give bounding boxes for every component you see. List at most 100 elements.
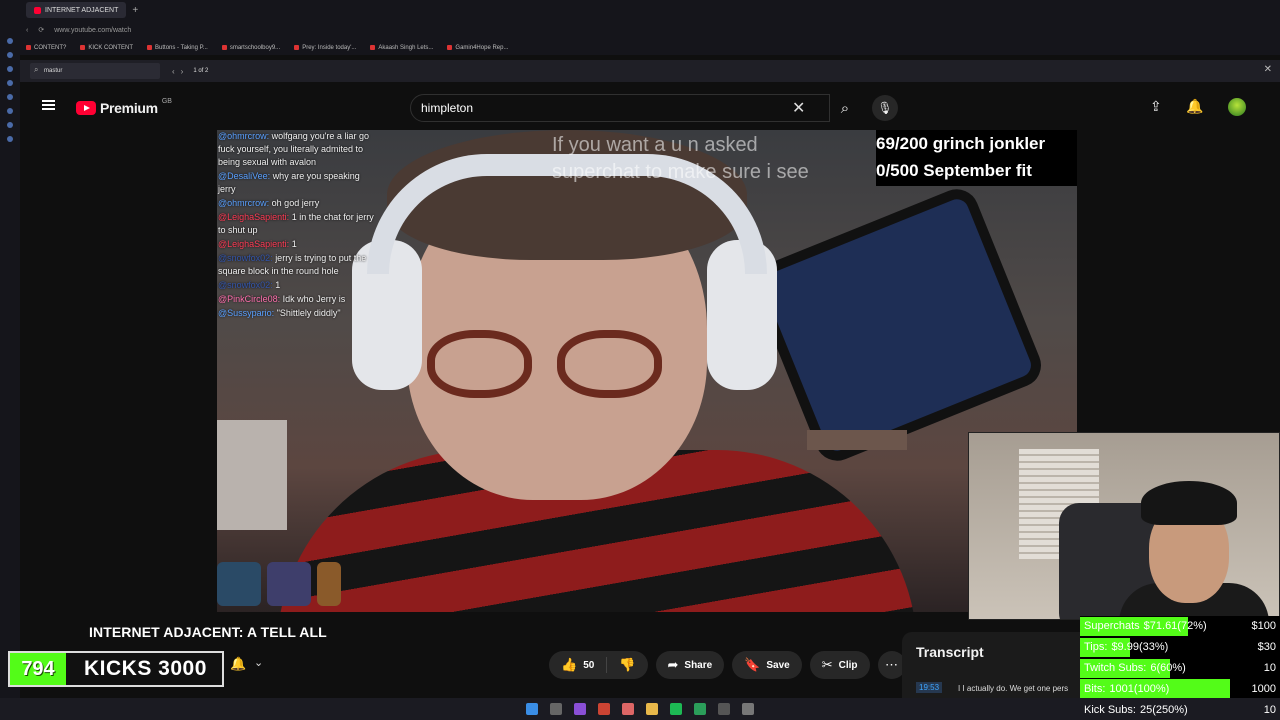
chat-username: @PinkCircle08: xyxy=(218,294,281,304)
start-icon[interactable] xyxy=(526,703,538,715)
chat-username: @Sussypario: xyxy=(218,308,275,318)
clip-button[interactable]: ✂ Clip xyxy=(809,651,870,679)
bookmark-label: Buttons - Taking P... xyxy=(155,44,208,51)
spotify-taskbar-icon[interactable] xyxy=(670,703,682,715)
sidebar-icon[interactable] xyxy=(7,52,13,58)
bookmark-item[interactable]: Akaash Singh Lets... xyxy=(370,45,433,51)
browser-taskbar-icon[interactable] xyxy=(598,703,610,715)
sidebar-icon[interactable] xyxy=(7,94,13,100)
emote-overlay xyxy=(217,562,347,612)
stat-value: 25(250%) xyxy=(1139,703,1188,716)
subscribe-bell-icon[interactable]: 🔔 xyxy=(230,656,246,672)
save-button[interactable]: 🔖 Save xyxy=(732,651,802,679)
clear-search-icon[interactable]: ✕ xyxy=(792,98,805,118)
notifications-icon[interactable]: 🔔 xyxy=(1186,98,1203,115)
bookmark-favicon-icon xyxy=(26,45,31,50)
bookmark-label: Prey: Inside today'... xyxy=(302,44,357,51)
stat-row: Bits: 1001(100%) 1000 xyxy=(1080,678,1280,699)
bookmark-icon: 🔖 xyxy=(744,657,761,672)
bookmark-item[interactable]: Prey: Inside today'... xyxy=(294,45,356,51)
find-input[interactable]: mastur xyxy=(30,63,160,79)
stat-row: Tips: $9.99(33%) $30 xyxy=(1080,637,1280,658)
microphone-icon[interactable]: 🎙 xyxy=(872,95,898,121)
youtube-favicon-icon xyxy=(34,6,41,14)
search-icon[interactable]: ⌕ xyxy=(830,94,860,122)
upload-icon[interactable]: ⇪ xyxy=(1150,98,1162,115)
screen: INTERNET ADJACENT + ‹ ⟳ www.youtube.com/… xyxy=(0,0,1280,720)
kicks-label: KICKS 3000 xyxy=(84,657,207,680)
find-nav-arrows-icon[interactable]: ‹› xyxy=(172,67,189,76)
transcript-timestamp[interactable]: 19:53 xyxy=(916,682,943,693)
bookmark-label: Gamin4Hope Rep... xyxy=(455,44,509,51)
bookmark-item[interactable]: KICK CONTENT xyxy=(80,45,133,51)
stat-goal: $100 xyxy=(1251,620,1276,633)
sidebar-icon[interactable] xyxy=(7,108,13,114)
chat-username: @snowfox02: xyxy=(218,253,273,263)
chevron-down-icon[interactable]: ⌄ xyxy=(254,656,263,669)
chat-message: @LeighaSapienti: 1 in the chat for jerry… xyxy=(217,211,377,238)
emote-image xyxy=(267,562,311,606)
logo-text: Premium xyxy=(100,100,158,116)
goal-overlay: 69/200 grinch jonkler 0/500 September fi… xyxy=(876,130,1077,186)
chat-username: @LeighaSapienti: xyxy=(218,239,290,249)
video-player[interactable]: @ohmrcrow: wolfgang you're a liar go fuc… xyxy=(217,130,1077,612)
youtube-logo[interactable]: Premium GB xyxy=(76,97,172,116)
settings-taskbar-icon[interactable] xyxy=(742,703,754,715)
bookmark-label: Akaash Singh Lets... xyxy=(378,44,434,51)
stat-goal: $30 xyxy=(1257,641,1276,654)
bookmarks-bar: CONTENT? KICK CONTENT Buttons - Taking P..… xyxy=(20,40,1280,55)
find-query: mastur xyxy=(44,68,63,74)
stat-goal: 1000 xyxy=(1251,682,1276,695)
url-text[interactable]: www.youtube.com/watch xyxy=(54,27,131,34)
chat-username: @DesaliVee: xyxy=(218,171,271,181)
youtube-header: Premium GB himpleton ✕ ⌕ 🎙 ⇪ 🔔 xyxy=(20,82,1280,130)
menu-icon[interactable] xyxy=(42,100,55,110)
chat-message: @PinkCircle08: Idk who Jerry is xyxy=(217,293,377,307)
share-button[interactable]: ➦ Share xyxy=(655,651,725,679)
bookmark-item[interactable]: Buttons - Taking P... xyxy=(147,45,208,51)
emote-image xyxy=(217,562,261,606)
stat-value: $71.61(72%) xyxy=(1143,620,1207,633)
bookmark-favicon-icon xyxy=(370,45,376,50)
like-count: 50 xyxy=(583,659,595,671)
folder-taskbar-icon[interactable] xyxy=(646,703,658,715)
sidebar-icon[interactable] xyxy=(7,66,13,72)
bookmark-item[interactable]: smartschoolboy9... xyxy=(221,44,281,51)
kicks-count: 794 xyxy=(10,653,66,685)
scissors-icon: ✂ xyxy=(821,657,833,672)
bookmark-label: CONTENT? xyxy=(34,44,67,51)
region-code: GB xyxy=(161,97,172,105)
find-close-icon[interactable]: ✕ xyxy=(1264,64,1272,75)
app-taskbar-icon[interactable] xyxy=(574,703,586,715)
bookmark-favicon-icon xyxy=(447,45,453,50)
video-background-shelf xyxy=(807,430,907,450)
sidebar-icon[interactable] xyxy=(7,122,13,128)
chat-username: @LeighaSapienti: xyxy=(218,212,290,222)
app-taskbar-icon[interactable] xyxy=(622,703,634,715)
app-taskbar-icon[interactable] xyxy=(718,703,730,715)
transcript-segment[interactable]: I I actually do. We get one pers xyxy=(958,684,1068,693)
like-button[interactable]: 👍 50 xyxy=(549,651,606,679)
bookmark-label: KICK CONTENT xyxy=(88,44,134,51)
sidebar-icon[interactable] xyxy=(7,80,13,86)
chat-message: @DesaliVee: why are you speaking jerry xyxy=(217,170,377,197)
browser-sidebar xyxy=(0,20,20,700)
search-input[interactable]: himpleton xyxy=(410,94,830,122)
stat-label: Superchats xyxy=(1084,620,1140,633)
share-icon: ➦ xyxy=(667,657,679,672)
app-taskbar-icon[interactable] xyxy=(694,703,706,715)
browser-tab[interactable]: INTERNET ADJACENT xyxy=(26,2,127,18)
stat-value: 1001(100%) xyxy=(1109,682,1170,695)
bookmark-label: smartschoolboy9... xyxy=(229,44,281,51)
bookmark-item[interactable]: CONTENT? xyxy=(26,45,66,51)
bookmark-item[interactable]: Gamin4Hope Rep... xyxy=(447,45,508,51)
sidebar-icon[interactable] xyxy=(7,136,13,142)
search-taskbar-icon[interactable] xyxy=(550,703,562,715)
clip-label: Clip xyxy=(838,659,858,671)
new-tab-icon[interactable]: + xyxy=(132,5,138,16)
reload-icon[interactable]: ⟳ xyxy=(38,26,44,34)
account-avatar[interactable] xyxy=(1228,98,1246,116)
back-icon[interactable]: ‹ xyxy=(26,27,28,34)
dislike-button[interactable]: 👎 xyxy=(607,651,647,679)
sidebar-icon[interactable] xyxy=(7,38,13,44)
